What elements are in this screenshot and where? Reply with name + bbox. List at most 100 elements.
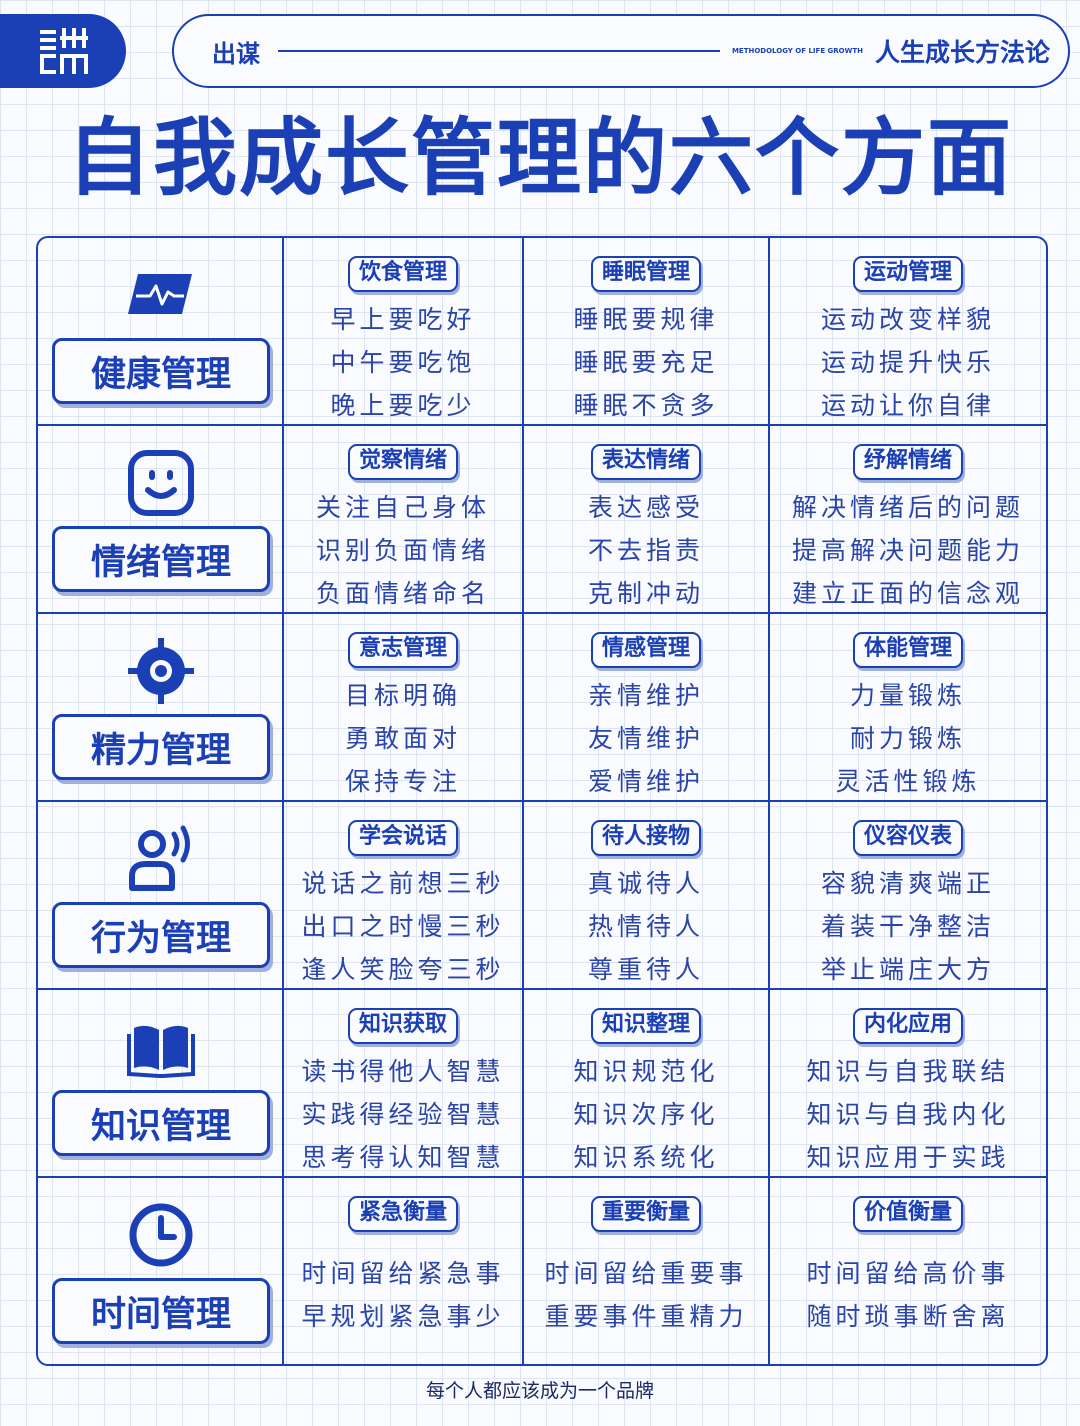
list-item: 识别负面情绪 [315, 536, 490, 565]
list-item: 力量锻炼 [849, 681, 966, 710]
pulse-monitor-icon [126, 260, 196, 330]
topic-cell: 觉察情绪 关注自己身体 识别负面情绪 负面情绪命名 [284, 426, 524, 612]
list-item: 运动改变样貌 [820, 305, 995, 334]
list-item: 爱情维护 [587, 767, 704, 796]
table-row: 时间管理 紧急衡量 时间留给紧急事 早规划紧急事少 重要衡量 时间留给重要事 重要事件重精力… [38, 1178, 1046, 1364]
english-tagline: METHODOLOGY OF LIFE GROWTH [731, 47, 863, 55]
list-item: 目标明确 [344, 681, 461, 710]
footer-text: 每个人都应该成为一个品牌 [425, 1380, 654, 1402]
management-table: 健康管理 饮食管理 早上要吃好 中午要吃饱 晚上要吃少 睡眠管理 睡眠要规律 睡眠要充足 睡眠不… [36, 236, 1048, 1366]
topic-items: 亲情维护 友情维护 爱情维护 [524, 674, 768, 803]
person-speaking-icon [126, 824, 196, 894]
topic-cell: 内化应用知识与自我联结 知识与自我内化 知识应用于实践 [770, 990, 1046, 1176]
topic-items: 时间留给重要事 重要事件重精力 [524, 1252, 768, 1338]
topic-items: 力量锻炼耐力锻炼灵活性锻炼 [770, 674, 1046, 803]
topic-items: 真诚待人 热情待人 尊重待人 [524, 862, 768, 991]
topic-cell: 重要衡量时间留给重要事 重要事件重精力 [524, 1178, 770, 1364]
category-cell: 精力管理 [38, 614, 284, 800]
topic-items: 关注自己身体 识别负面情绪 负面情绪命名 [284, 486, 522, 615]
topic-items: 时间留给紧急事 早规划紧急事少 [284, 1252, 522, 1338]
topic-title: 仪容仪表 [852, 820, 963, 856]
topic-cell: 学会说话 说话之前想三秒 出口之时慢三秒 逢人笑脸夸三秒 [284, 802, 524, 988]
list-item: 知识应用于实践 [806, 1143, 1010, 1172]
list-item: 出口之时慢三秒 [301, 912, 505, 941]
category-label: 健康管理 [52, 338, 270, 404]
topic-title: 内化应用 [852, 1008, 963, 1044]
list-item: 提高解决问题能力 [791, 536, 1024, 565]
topic-cell: 表达情绪表达感受 不去指责 克制冲动 [524, 426, 770, 612]
logo-mark-icon [40, 28, 88, 74]
topic-cell: 仪容仪表 容貌清爽端正 着装干净整洁 举止端庄大方 [770, 802, 1046, 988]
list-item: 表达感受 [587, 493, 704, 522]
list-item: 早上要吃好 [330, 305, 476, 334]
category-cell: 知识管理 [38, 990, 284, 1176]
topic-items: 表达感受 不去指责 克制冲动 [524, 486, 768, 615]
smiley-face-icon [126, 448, 196, 518]
topic-cell: 体能管理力量锻炼耐力锻炼灵活性锻炼 [770, 614, 1046, 800]
list-item: 真诚待人 [587, 869, 704, 898]
category-label: 知识管理 [52, 1090, 270, 1156]
list-item: 运动提升快乐 [820, 348, 995, 377]
list-item: 睡眠要充足 [573, 348, 719, 377]
list-item: 着装干净整洁 [820, 912, 995, 941]
topic-title: 重要衡量 [590, 1196, 701, 1232]
list-item: 时间留给高价事 [806, 1259, 1010, 1288]
list-item: 知识规范化 [573, 1057, 719, 1086]
topic-items: 说话之前想三秒 出口之时慢三秒 逢人笑脸夸三秒 [284, 862, 522, 991]
topic-title: 运动管理 [852, 256, 963, 292]
list-item: 保持专注 [344, 767, 461, 796]
topic-title: 价值衡量 [852, 1196, 963, 1232]
topic-cell: 睡眠管理 睡眠要规律 睡眠要充足 睡眠不贪多 [524, 238, 770, 424]
category-cell: 健康管理 [38, 238, 284, 424]
topic-title: 表达情绪 [590, 444, 701, 480]
brand-name: 出谋 [212, 39, 260, 68]
table-row: 行为管理 学会说话 说话之前想三秒 出口之时慢三秒 逢人笑脸夸三秒 待人接物 真诚待人 热情待… [38, 802, 1046, 990]
list-item: 灵活性锻炼 [835, 767, 981, 796]
topic-items: 知识与自我联结 知识与自我内化 知识应用于实践 [770, 1050, 1046, 1179]
topic-title: 紧急衡量 [347, 1196, 458, 1232]
clock-icon [126, 1200, 196, 1270]
topic-items: 时间留给高价事 随时琐事断舍离 [770, 1252, 1046, 1338]
list-item: 关注自己身体 [315, 493, 490, 522]
topic-title: 体能管理 [852, 632, 963, 668]
logo [0, 14, 126, 88]
topic-cell: 情感管理 亲情维护 友情维护 爱情维护 [524, 614, 770, 800]
category-label: 情绪管理 [52, 526, 270, 592]
list-item: 克制冲动 [587, 579, 704, 608]
topic-cell: 运动管理运动改变样貌 运动提升快乐 运动让你自律 [770, 238, 1046, 424]
topic-cell: 饮食管理 早上要吃好 中午要吃饱 晚上要吃少 [284, 238, 524, 424]
topic-title: 知识获取 [347, 1008, 458, 1044]
topic-title: 纾解情绪 [852, 444, 963, 480]
list-item: 耐力锻炼 [849, 724, 966, 753]
list-item: 友情维护 [587, 724, 704, 753]
list-item: 容貌清爽端正 [820, 869, 995, 898]
list-item: 知识次序化 [573, 1100, 719, 1129]
list-item: 运动让你自律 [820, 391, 995, 420]
list-item: 建立正面的信念观 [791, 579, 1024, 608]
target-icon [126, 636, 196, 706]
list-item: 晚上要吃少 [330, 391, 476, 420]
list-item: 读书得他人智慧 [301, 1057, 505, 1086]
category-label: 行为管理 [52, 902, 270, 968]
category-cell: 行为管理 [38, 802, 284, 988]
category-cell: 时间管理 [38, 1178, 284, 1364]
list-item: 睡眠不贪多 [573, 391, 719, 420]
topic-items: 解决情绪后的问题 提高解决问题能力 建立正面的信念观 [770, 486, 1046, 615]
header-divider [278, 50, 720, 52]
table-row: 精力管理 意志管理 目标明确 勇敢面对 保持专注 情感管理 亲情维护 友情维护 爱情维护 体能管理… [38, 614, 1046, 802]
list-item: 知识与自我内化 [806, 1100, 1010, 1129]
topic-title: 睡眠管理 [590, 256, 701, 292]
topic-title: 知识整理 [590, 1008, 701, 1044]
topic-cell: 待人接物 真诚待人 热情待人 尊重待人 [524, 802, 770, 988]
topic-cell: 意志管理 目标明确 勇敢面对 保持专注 [284, 614, 524, 800]
list-item: 勇敢面对 [344, 724, 461, 753]
list-item: 知识系统化 [573, 1143, 719, 1172]
topic-items: 目标明确勇敢面对保持专注 [284, 674, 522, 803]
list-item: 解决情绪后的问题 [791, 493, 1024, 522]
category-cell: 情绪管理 [38, 426, 284, 612]
topic-items: 运动改变样貌 运动提升快乐 运动让你自律 [770, 298, 1046, 427]
header-slogan: 人生成长方法论 [874, 38, 1050, 67]
category-label: 时间管理 [52, 1278, 270, 1344]
list-item: 中午要吃饱 [330, 348, 476, 377]
table-row: 情绪管理 觉察情绪 关注自己身体 识别负面情绪 负面情绪命名 表达情绪 表达感受 不去指责 克制… [38, 426, 1046, 614]
